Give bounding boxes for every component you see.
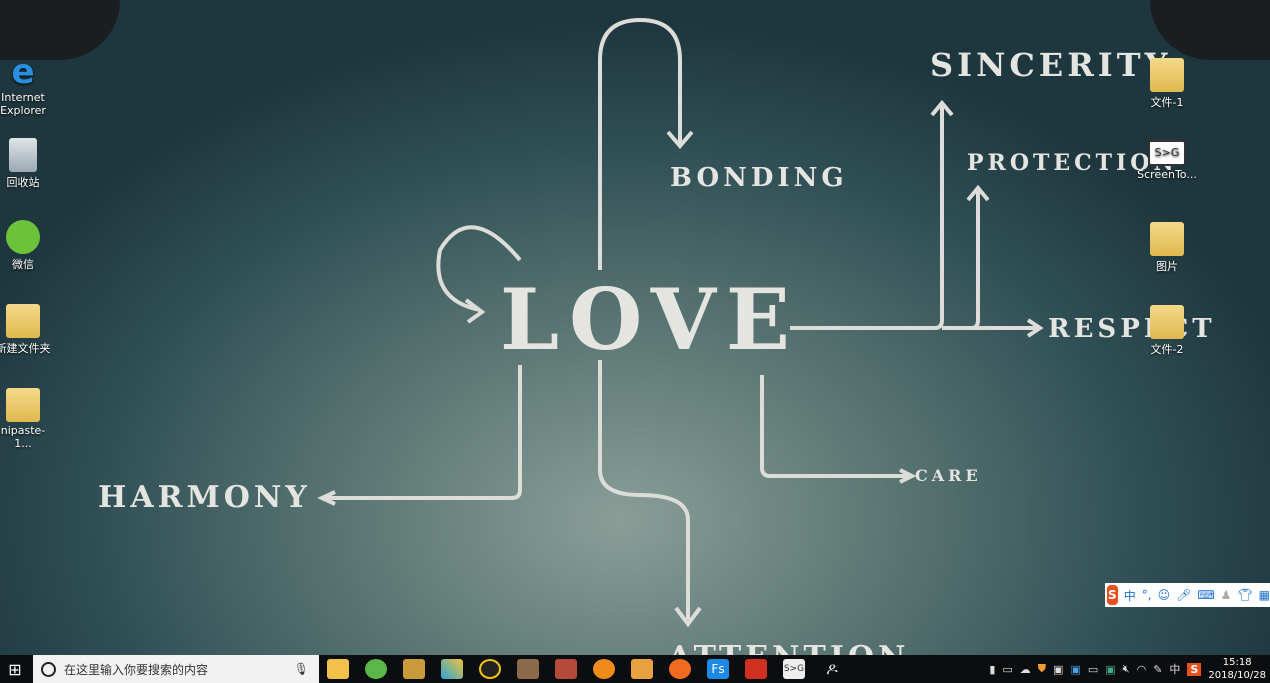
- wechat-icon: [6, 220, 40, 254]
- cortana-icon[interactable]: [41, 661, 56, 677]
- desktop-icon-internet-explorer[interactable]: e Internet Explorer: [0, 55, 54, 117]
- volume-muted-icon[interactable]: 🔇︎: [1123, 662, 1130, 676]
- grid-icon[interactable]: ▦: [1259, 588, 1270, 602]
- tray-app-icon[interactable]: ▣: [1053, 663, 1063, 676]
- tray-app2-icon[interactable]: ▣: [1070, 663, 1080, 676]
- taskbar: ⊞ 在这里输入你要搜索的内容 🎙︎ Fs S>G ዶ ▮ ▭ ☁ ⛊ ▣ ▣ ▭…: [0, 655, 1270, 683]
- taskbar-powerpoint-icon[interactable]: [745, 659, 767, 679]
- taskbar-screentogif-icon[interactable]: S>G: [783, 659, 805, 679]
- taskbar-app-icon[interactable]: [441, 659, 463, 679]
- icon-label: 新建文件夹: [0, 342, 51, 355]
- wifi-icon[interactable]: ◠: [1137, 663, 1147, 676]
- taskbar-game2-icon[interactable]: [555, 659, 577, 679]
- microphone-icon[interactable]: 🎙︎: [294, 662, 309, 676]
- wallpaper: LOVE BONDING SINCERITY PROTECTION RESPEC…: [0, 0, 1270, 675]
- desktop-icon-snipaste[interactable]: nipaste-1...: [0, 388, 54, 450]
- folder-icon: [1150, 222, 1184, 256]
- word-bonding: BONDING: [670, 163, 848, 193]
- folder-icon: [1150, 58, 1184, 92]
- cloud-icon[interactable]: ☁: [1020, 663, 1031, 676]
- icon-label: ScreenTo...: [1137, 168, 1197, 181]
- battery-icon[interactable]: ▭: [1088, 663, 1098, 676]
- taskbar-people-icon[interactable]: ዶ: [821, 659, 843, 679]
- word-harmony: HARMONY: [98, 480, 311, 515]
- folder-icon: [6, 304, 40, 338]
- desktop-icon-recycle-bin[interactable]: 回收站: [0, 138, 54, 190]
- recycle-bin-icon: [9, 138, 37, 172]
- tray-app3-icon[interactable]: ▣: [1105, 663, 1115, 676]
- taskbar-league-icon[interactable]: [403, 659, 425, 679]
- folder-icon: [6, 388, 40, 422]
- taskbar-fs-icon[interactable]: Fs: [707, 659, 729, 679]
- taskbar-browser-g-icon[interactable]: [669, 659, 691, 679]
- skin-icon[interactable]: 👕︎: [1237, 588, 1252, 602]
- search-box[interactable]: 在这里输入你要搜索的内容 🎙︎: [33, 655, 319, 683]
- pen-icon[interactable]: ✎: [1153, 663, 1162, 676]
- clock[interactable]: 15:18 2018/10/28: [1208, 656, 1266, 682]
- user-icon[interactable]: ♟: [1221, 588, 1232, 602]
- word-care: CARE: [915, 466, 982, 485]
- ime-mode[interactable]: 中: [1124, 587, 1136, 604]
- ime-toolbar[interactable]: S 中 °, ☺ 🎤︎ ⌨ ♟ 👕︎ ▦: [1105, 583, 1270, 607]
- microphone-icon[interactable]: 🎤︎: [1176, 588, 1191, 602]
- date: 2018/10/28: [1208, 670, 1266, 681]
- sogou-logo-icon[interactable]: S: [1107, 585, 1118, 605]
- ime-punctuation[interactable]: °,: [1142, 588, 1152, 602]
- folder-icon: [1150, 305, 1184, 339]
- sogou-tray-icon[interactable]: S: [1187, 662, 1202, 676]
- ie-icon: e: [11, 52, 35, 92]
- icon-label: 微信: [12, 258, 34, 271]
- desktop-icon-new-folder[interactable]: 新建文件夹: [0, 304, 54, 356]
- start-button[interactable]: ⊞: [0, 655, 30, 683]
- icon-label: nipaste-1...: [0, 424, 46, 450]
- icon-label: 文件-2: [1150, 343, 1184, 356]
- screentogif-icon: S>G: [1148, 140, 1186, 166]
- bookmark-icon[interactable]: ▮: [989, 663, 995, 676]
- icon-label: 回收站: [6, 176, 40, 189]
- emoji-icon[interactable]: ☺: [1158, 588, 1171, 602]
- shield-icon[interactable]: ⛊: [1038, 662, 1046, 676]
- icon-label: 文件-1: [1150, 96, 1184, 109]
- desktop-icon-file-1[interactable]: 文件-1: [1136, 58, 1198, 110]
- time: 15:18: [1222, 657, 1252, 668]
- icon-label: 图片: [1156, 260, 1178, 273]
- taskbar-browser-icon[interactable]: [365, 659, 387, 679]
- taskbar-game-icon[interactable]: [517, 659, 539, 679]
- search-placeholder: 在这里输入你要搜索的内容: [64, 662, 209, 677]
- desktop-icon-screentogif[interactable]: S>G ScreenTo...: [1136, 140, 1198, 181]
- keyboard-icon[interactable]: ⌨: [1197, 588, 1214, 602]
- desktop-icon-wechat[interactable]: 微信: [0, 220, 54, 272]
- taskbar-qq-icon[interactable]: [479, 659, 501, 679]
- taskbar-game3-icon[interactable]: [631, 659, 653, 679]
- taskbar-file-explorer-icon[interactable]: [327, 659, 349, 679]
- screentogif-tray-icon[interactable]: ▭: [1002, 663, 1012, 676]
- desktop-icon-pictures[interactable]: 图片: [1136, 222, 1198, 274]
- icon-label: Internet Explorer: [0, 91, 46, 117]
- ime-indicator[interactable]: 中: [1169, 661, 1180, 677]
- word-love: LOVE: [500, 270, 800, 369]
- desktop-icon-file-2[interactable]: 文件-2: [1136, 305, 1198, 357]
- system-tray: ▮ ▭ ☁ ⛊ ▣ ▣ ▭ ▣ 🔇︎ ◠ ✎ 中 S 15:18 2018/10/…: [989, 656, 1270, 682]
- taskbar-video-icon[interactable]: [593, 659, 615, 679]
